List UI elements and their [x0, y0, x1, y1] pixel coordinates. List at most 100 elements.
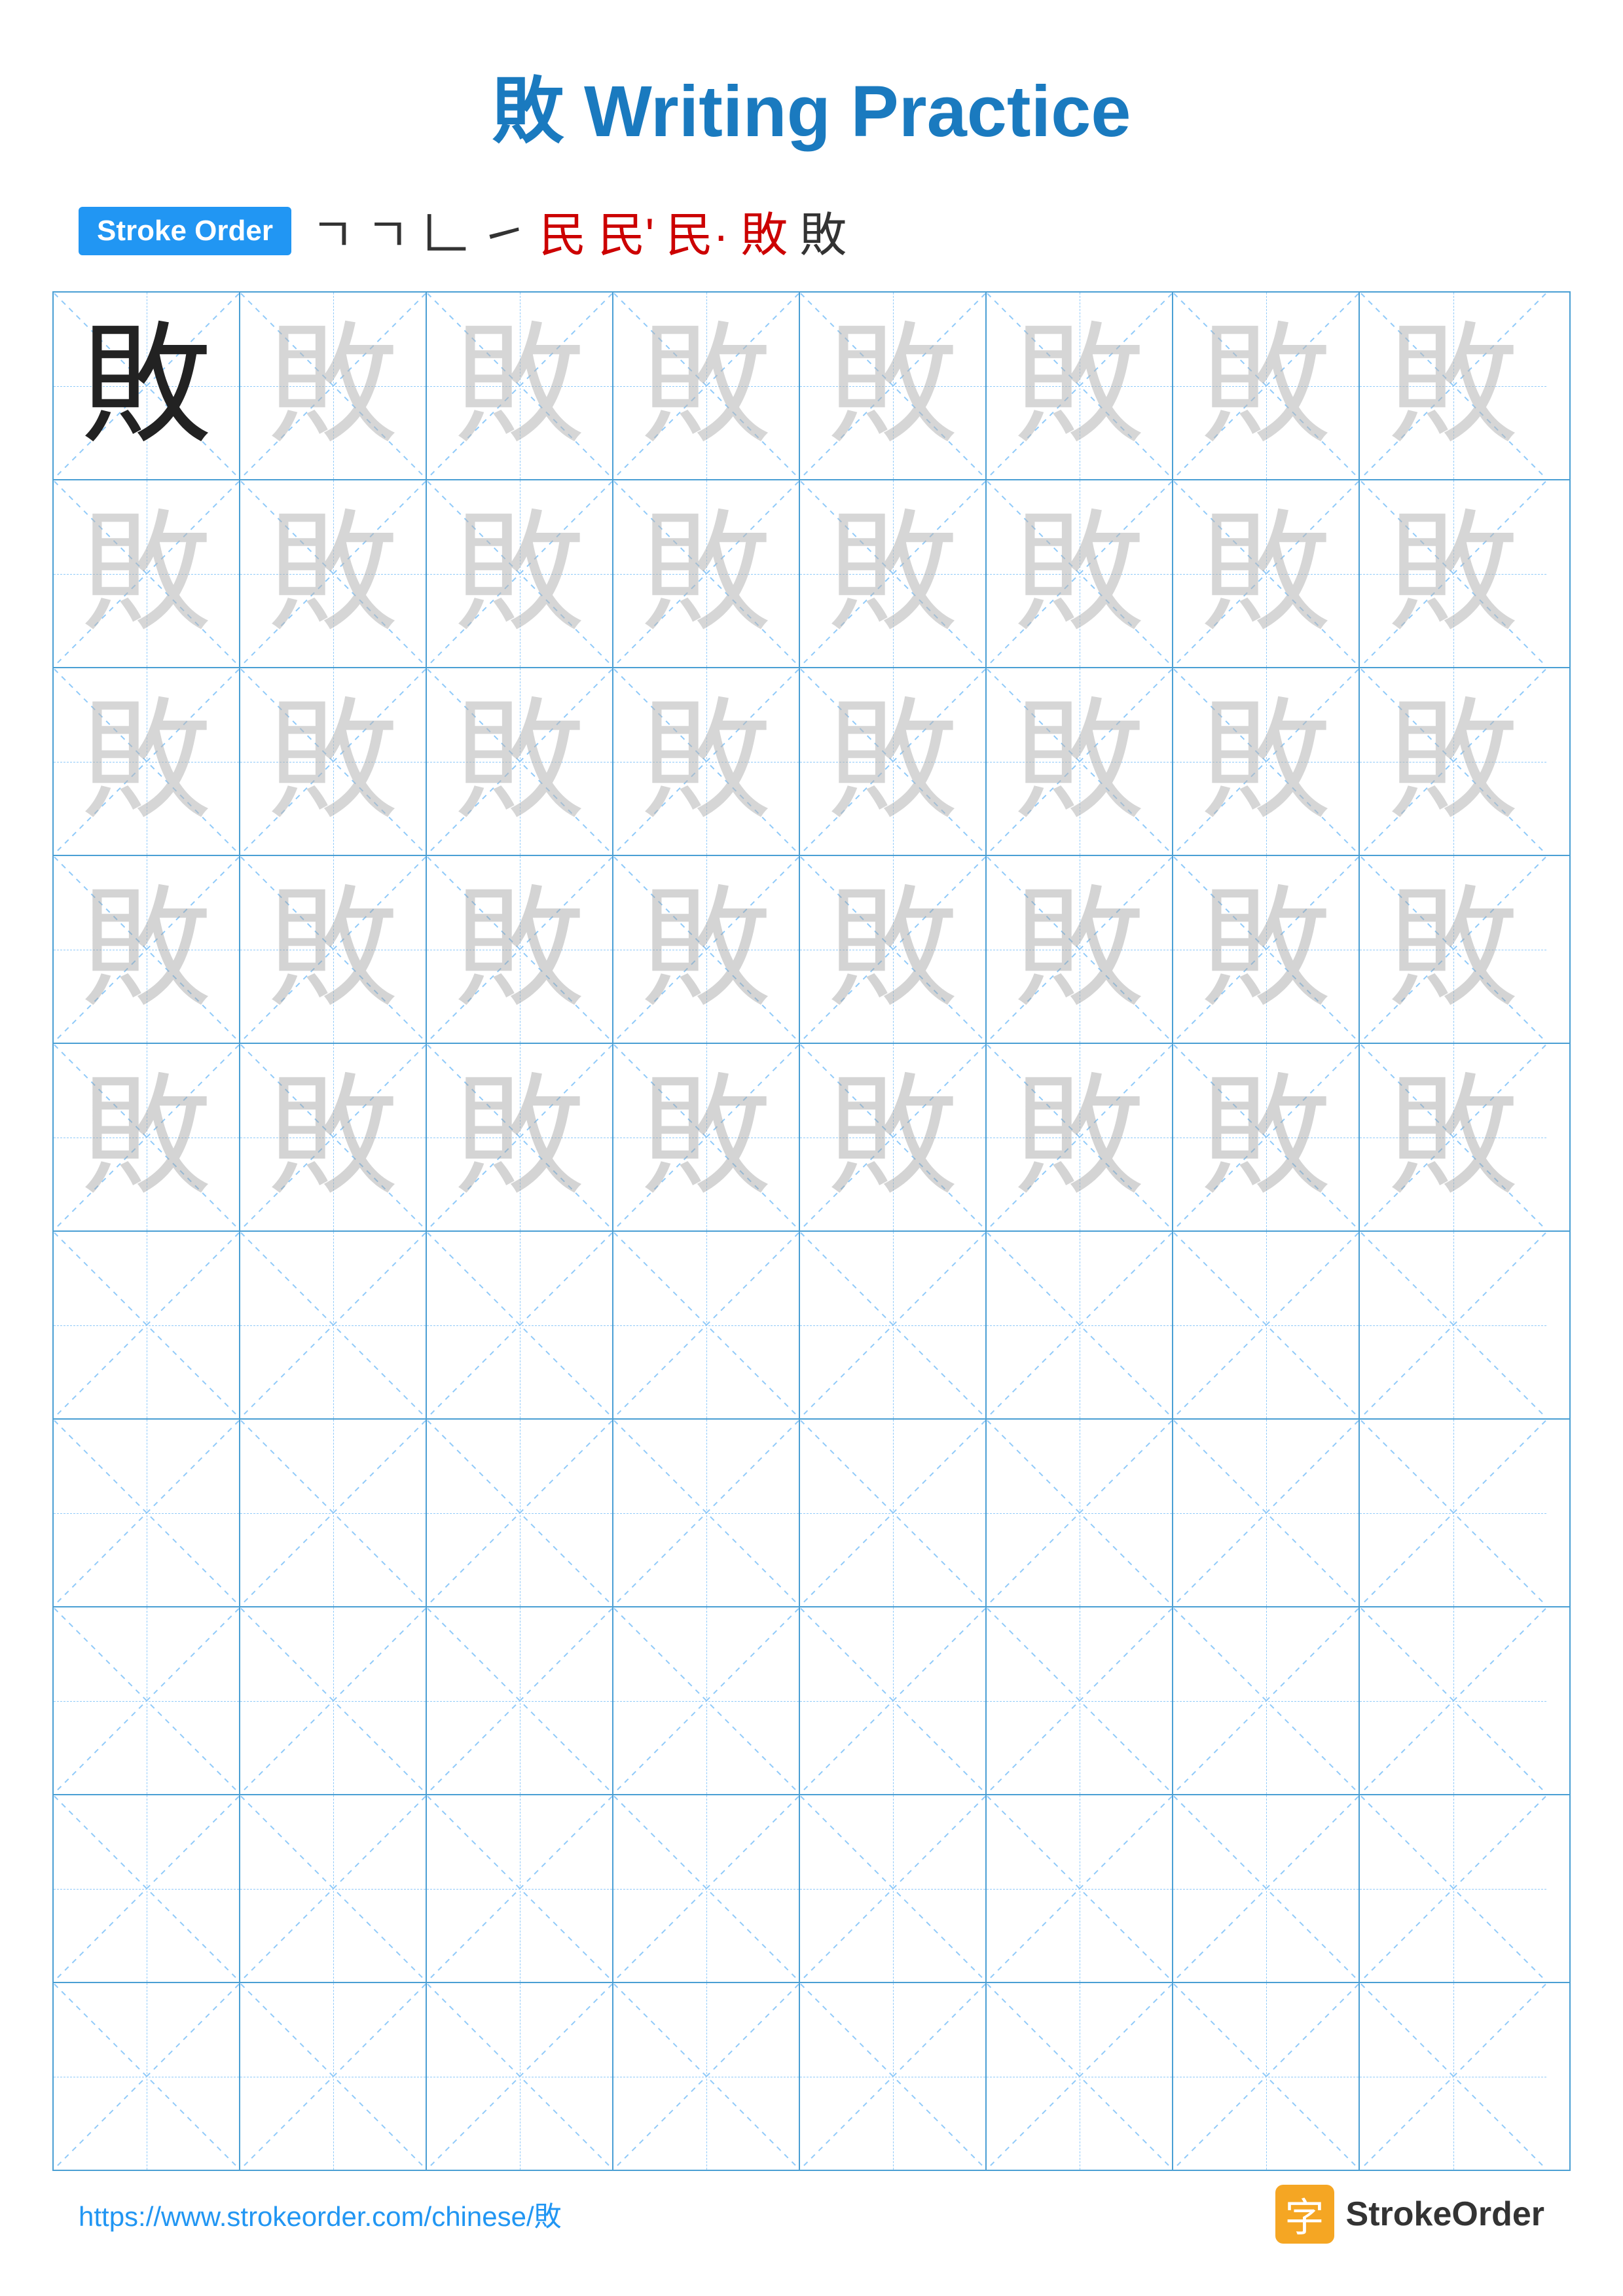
practice-char: 敗 — [454, 321, 585, 452]
grid-cell: 敗 — [1173, 856, 1360, 1043]
practice-char: 敗 — [1013, 696, 1144, 827]
practice-char: 敗 — [267, 509, 398, 639]
cell-diag — [1173, 1983, 1359, 2170]
cell-diag — [613, 1232, 799, 1418]
footer-logo-text: StrokeOrder — [1346, 2195, 1544, 2234]
grid-cell — [987, 1795, 1173, 1982]
practice-char: 敗 — [1013, 1072, 1144, 1203]
grid-cell: 敗 — [800, 668, 987, 855]
grid-cell — [987, 1420, 1173, 1606]
cell-diag — [1173, 1232, 1359, 1418]
cell-diag — [240, 1983, 426, 2170]
cell-diag — [1360, 1420, 1546, 1606]
practice-char: 敗 — [827, 1072, 958, 1203]
stroke-order-chars: ㄱ ㄱ 𠃊 ㇀ 民 民' 民· 敗 敗 — [311, 196, 847, 265]
grid-cell — [1360, 1983, 1546, 2170]
grid-row — [54, 1795, 1569, 1983]
practice-char: 敗 — [1200, 509, 1331, 639]
practice-char: 敗 — [1013, 884, 1144, 1015]
grid-cell — [613, 1795, 800, 1982]
grid-cell: 敗 — [613, 856, 800, 1043]
grid-cell: 敗 — [1360, 668, 1546, 855]
practice-char: 敗 — [1387, 884, 1518, 1015]
cell-diag — [1360, 1607, 1546, 1794]
grid-cell — [1173, 1232, 1360, 1418]
practice-char: 敗 — [827, 884, 958, 1015]
grid-cell — [427, 1420, 613, 1606]
grid-cell: 敗 — [427, 668, 613, 855]
practice-char: 敗 — [81, 321, 211, 452]
grid-row — [54, 1607, 1569, 1795]
stroke-6: 民' — [598, 196, 655, 265]
grid-cell — [1173, 1420, 1360, 1606]
practice-char: 敗 — [1013, 321, 1144, 452]
grid-cell: 敗 — [987, 856, 1173, 1043]
grid-cell — [1173, 1795, 1360, 1982]
grid-cell: 敗 — [54, 293, 240, 479]
cell-diag — [800, 1795, 985, 1982]
practice-char: 敗 — [267, 321, 398, 452]
grid-cell: 敗 — [987, 668, 1173, 855]
grid-row — [54, 1232, 1569, 1420]
grid-cell: 敗 — [613, 293, 800, 479]
cell-diag — [427, 1420, 612, 1606]
cell-diag — [54, 1983, 239, 2170]
grid-row: 敗 敗 敗 敗 敗 敗 敗 敗 — [54, 856, 1569, 1044]
cell-diag — [1173, 1607, 1359, 1794]
practice-char: 敗 — [81, 509, 211, 639]
grid-row: 敗 敗 敗 敗 敗 敗 敗 敗 — [54, 668, 1569, 856]
grid-cell: 敗 — [54, 1044, 240, 1230]
practice-char: 敗 — [640, 509, 771, 639]
grid-cell: 敗 — [1360, 293, 1546, 479]
grid-cell — [613, 1983, 800, 2170]
practice-char: 敗 — [1013, 509, 1144, 639]
cell-diag — [987, 1420, 1172, 1606]
grid-cell — [240, 1607, 427, 1794]
grid-cell: 敗 — [54, 668, 240, 855]
cell-diag — [1360, 1232, 1546, 1418]
practice-char: 敗 — [81, 1072, 211, 1203]
grid-cell: 敗 — [240, 1044, 427, 1230]
cell-diag — [800, 1232, 985, 1418]
practice-char: 敗 — [827, 509, 958, 639]
stroke-3: 𠃊 — [421, 196, 468, 265]
grid-cell — [1360, 1232, 1546, 1418]
cell-diag — [987, 1232, 1172, 1418]
grid-cell — [427, 1795, 613, 1982]
cell-diag — [613, 1607, 799, 1794]
stroke-order-badge: Stroke Order — [79, 207, 291, 255]
cell-diag — [800, 1983, 985, 2170]
stroke-4: ㇀ — [481, 196, 528, 265]
grid-cell: 敗 — [800, 856, 987, 1043]
grid-cell — [987, 1232, 1173, 1418]
practice-char: 敗 — [454, 884, 585, 1015]
cell-diag — [54, 1232, 239, 1418]
grid-cell: 敗 — [54, 480, 240, 667]
practice-char: 敗 — [81, 696, 211, 827]
cell-diag — [1173, 1795, 1359, 1982]
practice-char: 敗 — [640, 696, 771, 827]
stroke-7: 民· — [666, 196, 729, 265]
practice-char: 敗 — [1387, 1072, 1518, 1203]
cell-diag — [800, 1607, 985, 1794]
grid-cell: 敗 — [427, 480, 613, 667]
grid-row: 敗 敗 敗 敗 敗 敗 敗 敗 — [54, 480, 1569, 668]
cell-diag — [1360, 1795, 1546, 1982]
practice-char: 敗 — [267, 884, 398, 1015]
grid-cell — [427, 1232, 613, 1418]
grid-cell — [800, 1795, 987, 1982]
grid-cell: 敗 — [240, 856, 427, 1043]
grid-cell — [1360, 1795, 1546, 1982]
grid-cell — [800, 1607, 987, 1794]
grid-cell: 敗 — [1360, 1044, 1546, 1230]
footer-url[interactable]: https://www.strokeorder.com/chinese/敗 — [79, 2195, 562, 2234]
grid-cell — [987, 1607, 1173, 1794]
grid-cell: 敗 — [800, 293, 987, 479]
cell-diag — [613, 1420, 799, 1606]
grid-cell: 敗 — [987, 1044, 1173, 1230]
cell-diag — [1360, 1983, 1546, 2170]
footer-logo: 字 StrokeOrder — [1275, 2185, 1544, 2244]
grid-cell — [427, 1607, 613, 1794]
grid-cell: 敗 — [800, 480, 987, 667]
practice-char: 敗 — [81, 884, 211, 1015]
